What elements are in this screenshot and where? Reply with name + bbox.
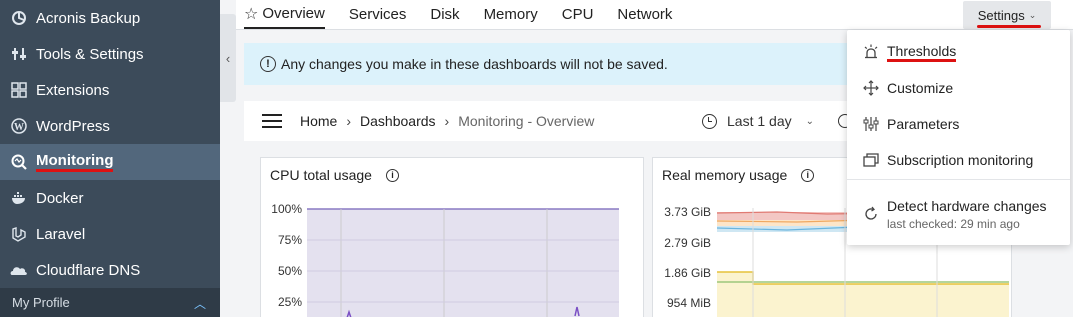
sidebar-item-label: Monitoring (36, 152, 114, 172)
sidebar-item-cloudflare-dns[interactable]: Cloudflare DNS (0, 252, 220, 288)
tab-services[interactable]: Services (349, 0, 407, 29)
top-tab-bar: ☆ Overview Services Disk Memory CPU Netw… (236, 0, 1073, 30)
info-icon: ! (260, 56, 276, 72)
breadcrumb-home[interactable]: Home (300, 113, 337, 129)
sidebar-item-label: Acronis Backup (36, 9, 141, 27)
tab-label: Disk (430, 6, 460, 23)
y-tick-label: 954 MiB (666, 296, 711, 310)
y-tick-label: 75% (277, 233, 302, 247)
y-tick-label: 100% (271, 202, 302, 216)
refresh-icon (863, 206, 879, 222)
breadcrumb-separator-icon: › (444, 113, 450, 129)
chevron-up-icon[interactable]: ︿ (194, 295, 206, 312)
clock-icon (702, 113, 717, 129)
sidebar-item-extensions[interactable]: Extensions (0, 72, 220, 108)
y-tick-label: 1.86 GiB (664, 266, 711, 280)
info-icon[interactable]: i (385, 168, 399, 182)
y-tick-label: 3.73 GiB (664, 205, 711, 219)
breadcrumb-dashboards[interactable]: Dashboards (360, 113, 436, 129)
info-icon[interactable]: i (801, 168, 815, 182)
monitoring-icon (10, 153, 28, 171)
tab-label: CPU (561, 6, 594, 23)
sidebar-item-label: Docker (36, 189, 84, 207)
chevron-down-icon: ⌄ (805, 115, 814, 127)
panel-title: Real memory usage (662, 167, 788, 183)
sidebar-item-wordpress[interactable]: W WordPress (0, 108, 220, 144)
settings-label: Settings (977, 7, 1025, 23)
menu-item-thresholds[interactable]: Thresholds (847, 34, 1070, 70)
breadcrumb-bar: Home › Dashboards › Monitoring - Overvie… (244, 101, 874, 141)
tab-cpu[interactable]: CPU (562, 0, 594, 29)
cloudflare-icon (10, 261, 28, 279)
menu-item-label: Parameters (887, 116, 960, 132)
tools-settings-icon (10, 45, 28, 63)
panel-title: CPU total usage (270, 167, 372, 183)
sidebar-item-monitoring[interactable]: Monitoring (0, 144, 220, 180)
cpu-usage-panel: CPU total usage i 100% 75% 50% 25% (260, 157, 644, 317)
menu-item-label: Detect hardware changes (887, 197, 1047, 214)
chevron-down-icon: ⌄ (1028, 9, 1037, 20)
svg-text:W: W (14, 122, 24, 133)
tab-label: Services (348, 6, 407, 23)
menu-item-parameters[interactable]: Parameters (847, 106, 1070, 142)
sidebar-item-label: Extensions (36, 81, 110, 99)
sidebar-my-profile[interactable]: My Profile ︿ (0, 288, 220, 317)
tab-disk[interactable]: Disk (430, 0, 459, 29)
time-range-label: Last 1 day (727, 113, 792, 129)
my-profile-label: My Profile (12, 295, 70, 310)
annotation-underline (977, 25, 1041, 28)
chevron-left-icon: ‹ (225, 50, 231, 66)
sidebar-item-docker[interactable]: Docker (0, 180, 220, 216)
tab-label: Network (617, 6, 673, 23)
settings-dropdown-menu: Thresholds Customize Parameters Subscrip… (847, 30, 1070, 245)
windows-icon (863, 152, 879, 168)
menu-item-subscription-monitoring[interactable]: Subscription monitoring (847, 142, 1070, 178)
last-checked-text: last checked: 29 min ago (887, 216, 1020, 231)
banner-text: Any changes you make in these dashboards… (281, 56, 668, 72)
breadcrumb-current: Monitoring - Overview (458, 113, 595, 129)
menu-divider (847, 179, 1070, 180)
sidebar: Acronis Backup Tools & Settings Extensio… (0, 0, 220, 317)
settings-button[interactable]: Settings ⌄ (963, 1, 1051, 29)
menu-item-label: Customize (887, 80, 954, 96)
docker-icon (10, 189, 28, 207)
tab-network[interactable]: Network (617, 0, 672, 29)
sidebar-item-tools-settings[interactable]: Tools & Settings (0, 36, 220, 72)
tab-memory[interactable]: Memory (484, 0, 538, 29)
info-banner: ! Any changes you make in these dashboar… (244, 43, 854, 85)
tab-overview[interactable]: ☆ Overview (244, 0, 325, 29)
breadcrumb-separator-icon: › (346, 113, 352, 129)
y-tick-label: 2.79 GiB (664, 236, 711, 250)
sidebar-item-label: WordPress (36, 117, 110, 135)
sidebar-item-label: Cloudflare DNS (36, 261, 141, 279)
acronis-icon (10, 9, 28, 27)
menu-item-label: Thresholds (887, 43, 957, 62)
alarm-icon (863, 44, 879, 60)
sidebar-item-label: Tools & Settings (36, 45, 144, 63)
star-icon[interactable]: ☆ (244, 4, 258, 24)
tab-label: Memory (483, 6, 538, 23)
y-tick-label: 50% (277, 264, 302, 278)
move-icon (863, 80, 879, 96)
menu-item-label: Subscription monitoring (887, 152, 1034, 168)
time-range-picker[interactable]: Last 1 day ⌄ (702, 113, 814, 129)
sidebar-collapse-button[interactable]: ‹ (220, 14, 236, 102)
sidebar-item-label: Laravel (36, 225, 86, 243)
sliders-icon (863, 116, 879, 132)
sidebar-item-laravel[interactable]: Laravel (0, 216, 220, 252)
wordpress-icon: W (10, 117, 28, 135)
y-tick-label: 25% (277, 295, 302, 309)
tab-label: Overview (262, 5, 325, 22)
menu-icon[interactable] (262, 114, 282, 128)
menu-item-customize[interactable]: Customize (847, 70, 1070, 106)
laravel-icon (10, 225, 28, 243)
cpu-usage-chart (307, 208, 619, 317)
menu-item-detect-hardware-changes[interactable]: Detect hardware changes last checked: 29… (847, 192, 1070, 236)
sidebar-item-acronis-backup[interactable]: Acronis Backup (0, 0, 220, 36)
extensions-icon (10, 81, 28, 99)
